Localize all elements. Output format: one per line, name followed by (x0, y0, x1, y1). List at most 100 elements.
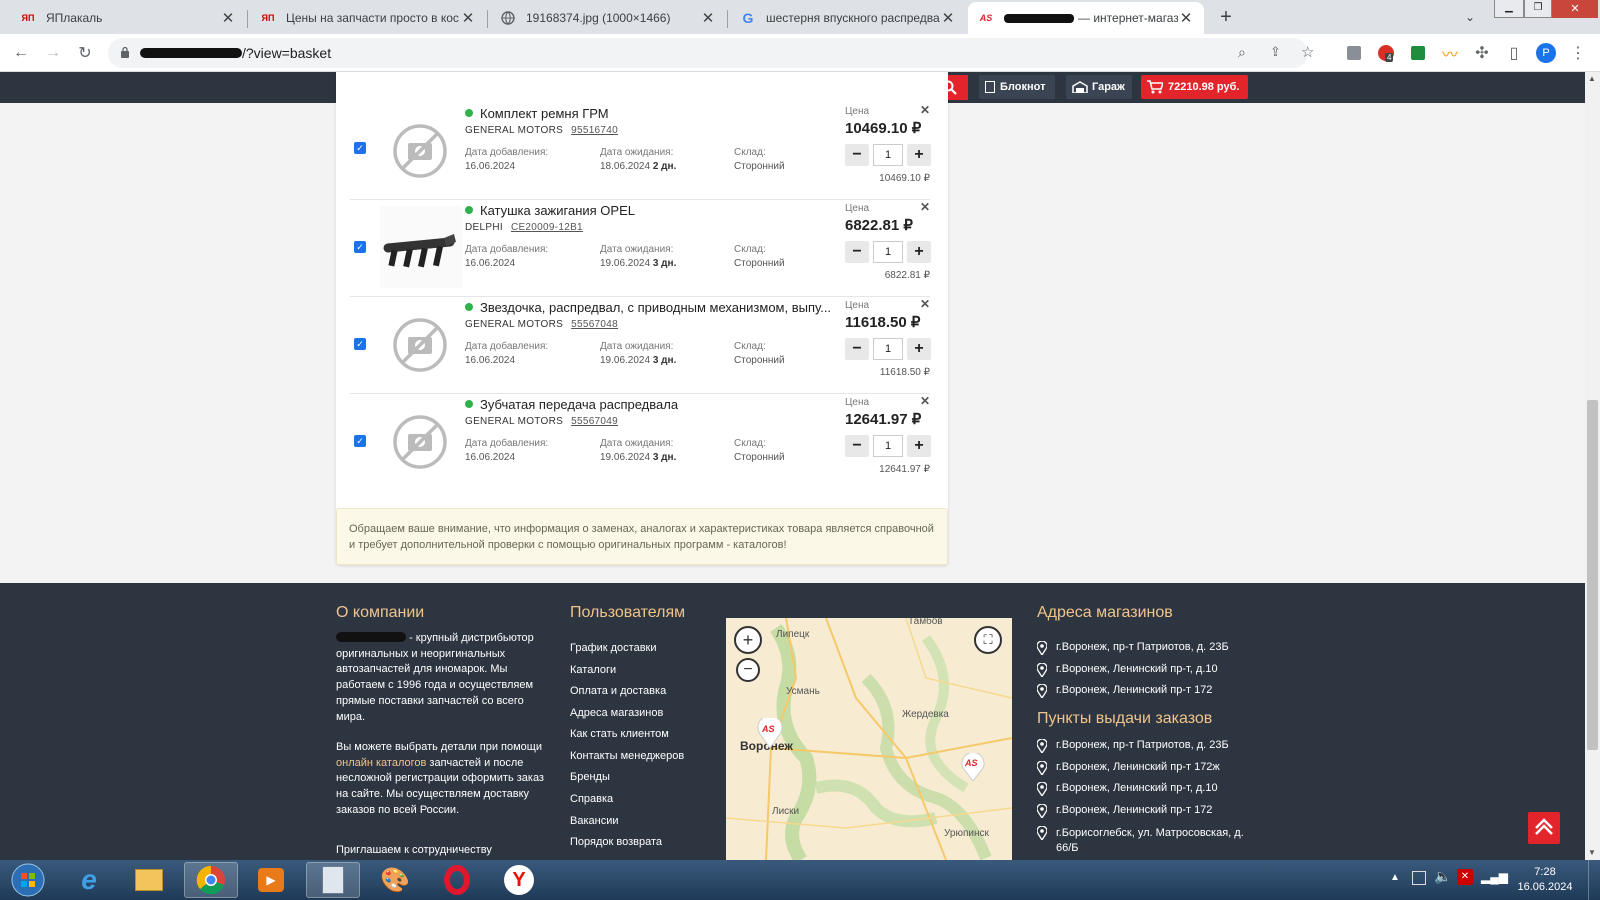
store-address[interactable]: г.Воронеж, пр-т Патриотов, д. 23Б (1037, 641, 1229, 655)
scrollbar-down-arrow-icon[interactable]: ▼ (1588, 848, 1596, 857)
audio-extension-icon[interactable]: 〰 (1439, 42, 1461, 64)
address-bar[interactable]: /?view=basket ⌕ ⇪ ☆ (108, 38, 1314, 68)
map-zoom-in-button[interactable]: + (734, 626, 762, 654)
calculator-icon[interactable] (306, 862, 360, 898)
footer-link-help[interactable]: Справка (570, 793, 613, 805)
qty-minus-button[interactable]: − (845, 338, 869, 360)
tab-yaplakal[interactable]: ЯП ЯПлакаль ✕ (10, 2, 246, 34)
remove-item-icon[interactable]: ✕ (920, 394, 930, 408)
file-explorer-icon[interactable] (122, 862, 176, 898)
footer-link-become-client[interactable]: Как стать клиентом (570, 728, 669, 740)
adblock-icon[interactable]: 4 (1375, 42, 1397, 64)
scroll-to-top-button[interactable] (1528, 812, 1560, 844)
garage-button[interactable]: Гараж (1066, 75, 1132, 99)
tab-google-search[interactable]: G шестерня впускного распредва ✕ (730, 2, 966, 34)
browser-menu-icon[interactable]: ⋮ (1567, 42, 1589, 64)
cart-button[interactable]: 72210.98 руб. (1141, 75, 1248, 99)
reload-button[interactable]: ↻ (74, 42, 96, 64)
article-link[interactable]: 95516740 (571, 125, 618, 136)
qty-input[interactable]: 1 (873, 435, 903, 457)
signal-icon[interactable]: ▂▄▆ (1481, 870, 1508, 884)
notepad-button[interactable]: Блокнот (979, 75, 1055, 99)
pickup-address[interactable]: г.Воронеж, Ленинский пр-т 172ж (1037, 761, 1220, 775)
item-name[interactable]: Зубчатая передача распредвала (465, 397, 678, 412)
store-address[interactable]: г.Воронеж, Ленинский пр-т 172 (1037, 684, 1212, 698)
pickup-address[interactable]: г.Воронеж, пр-т Патриотов, д. 23Б (1037, 739, 1229, 753)
article-link[interactable]: 55567048 (571, 319, 618, 330)
volume-icon[interactable]: 🔈 (1434, 868, 1451, 885)
extension-grey-icon[interactable] (1343, 42, 1365, 64)
new-tab-button[interactable]: + (1215, 6, 1237, 28)
footer-link-delivery-schedule[interactable]: График доставки (570, 642, 657, 654)
back-button[interactable]: ← (10, 42, 32, 64)
zoom-icon[interactable]: ⌕ (1238, 44, 1246, 61)
close-tab-icon[interactable]: ✕ (700, 9, 716, 27)
bookmark-star-icon[interactable]: ☆ (1301, 43, 1314, 61)
close-window-button[interactable]: ✕ (1552, 0, 1598, 18)
show-hidden-icons-icon[interactable]: ▲ (1390, 872, 1400, 883)
scrollbar-thumb[interactable] (1587, 400, 1598, 750)
close-tab-icon[interactable]: ✕ (460, 9, 476, 27)
stores-map[interactable]: Тамбов Липецк Усмань Жердевка Воронеж Ли… (726, 618, 1012, 860)
network-warning-icon[interactable]: ✕ (1457, 869, 1473, 885)
forward-button[interactable]: → (42, 42, 64, 64)
share-icon[interactable]: ⇪ (1270, 44, 1281, 60)
item-name[interactable]: Катушка зажигания OPEL (465, 203, 635, 218)
tab-search-chevron-icon[interactable]: ⌄ (1460, 7, 1480, 27)
minimize-window-button[interactable]: ▁ (1494, 0, 1524, 18)
close-tab-icon[interactable]: ✕ (940, 9, 956, 27)
pickup-address[interactable]: г.Воронеж, Ленинский пр-т, д.10 (1037, 782, 1218, 796)
pickup-address[interactable]: г.Воронеж, Ленинский пр-т 172 (1037, 804, 1212, 818)
map-zoom-out-button[interactable]: − (736, 658, 760, 682)
qty-input[interactable]: 1 (873, 338, 903, 360)
extension-green-icon[interactable] (1407, 42, 1429, 64)
footer-link-payment[interactable]: Оплата и доставка (570, 685, 666, 697)
close-tab-icon[interactable]: ✕ (220, 9, 236, 27)
chrome-taskbar-icon[interactable] (184, 862, 238, 898)
map-marker-voronezh[interactable]: AS (756, 718, 784, 748)
footer-link-returns[interactable]: Порядок возврата (570, 836, 662, 848)
qty-minus-button[interactable]: − (845, 435, 869, 457)
remove-item-icon[interactable]: ✕ (920, 103, 930, 117)
article-link[interactable]: CE20009-12B1 (511, 222, 583, 233)
footer-link-manager-contacts[interactable]: Контакты менеджеров (570, 750, 684, 762)
footer-link-brands[interactable]: Бренды (570, 771, 610, 783)
internet-explorer-icon[interactable]: e (62, 862, 116, 898)
clock[interactable]: 7:28 16.06.2024 (1510, 865, 1580, 895)
article-link[interactable]: 55567049 (571, 416, 618, 427)
tray-app-icon[interactable] (1412, 871, 1426, 885)
extensions-puzzle-icon[interactable]: ✣ (1471, 42, 1493, 64)
qty-input[interactable]: 1 (873, 144, 903, 166)
item-checkbox[interactable]: ✓ (354, 241, 366, 253)
opera-icon[interactable] (430, 862, 484, 898)
footer-link-store-addresses[interactable]: Адреса магазинов (570, 707, 663, 719)
start-button[interactable] (4, 862, 52, 898)
page-scrollbar[interactable]: ▲ ▼ (1585, 72, 1600, 860)
paint-icon[interactable]: 🎨 (368, 862, 422, 898)
online-catalogs-link[interactable]: онлайн каталогов (336, 757, 426, 769)
ignition-coil-photo[interactable] (380, 206, 462, 288)
show-desktop-button[interactable] (1588, 860, 1600, 900)
media-player-icon[interactable]: ▶ (244, 862, 298, 898)
store-address[interactable]: г.Воронеж, Ленинский пр-т, д.10 (1037, 663, 1218, 677)
remove-item-icon[interactable]: ✕ (920, 297, 930, 311)
yandex-browser-icon[interactable]: Y (492, 862, 546, 898)
footer-link-catalogs[interactable]: Каталоги (570, 664, 616, 676)
tab-shop-active[interactable]: AS — интернет-магаз ✕ (968, 2, 1204, 34)
qty-plus-button[interactable]: + (907, 241, 931, 263)
tab-prices[interactable]: ЯП Цены на запчасти просто в кос ✕ (250, 2, 486, 34)
restore-window-button[interactable]: ❐ (1524, 0, 1552, 18)
qty-minus-button[interactable]: − (845, 144, 869, 166)
map-fullscreen-button[interactable]: ⛶ (974, 626, 1002, 654)
close-tab-icon[interactable]: ✕ (1178, 9, 1194, 27)
qty-minus-button[interactable]: − (845, 241, 869, 263)
item-checkbox[interactable]: ✓ (354, 435, 366, 447)
item-checkbox[interactable]: ✓ (354, 338, 366, 350)
qty-plus-button[interactable]: + (907, 435, 931, 457)
map-marker-borisoglebsk[interactable]: AS (960, 753, 986, 781)
scrollbar-up-arrow-icon[interactable]: ▲ (1588, 74, 1596, 83)
qty-plus-button[interactable]: + (907, 144, 931, 166)
tab-image[interactable]: 19168374.jpg (1000×1466) ✕ (490, 2, 726, 34)
item-name[interactable]: Звездочка, распредвал, с приводным механ… (465, 300, 830, 315)
remove-item-icon[interactable]: ✕ (920, 200, 930, 214)
